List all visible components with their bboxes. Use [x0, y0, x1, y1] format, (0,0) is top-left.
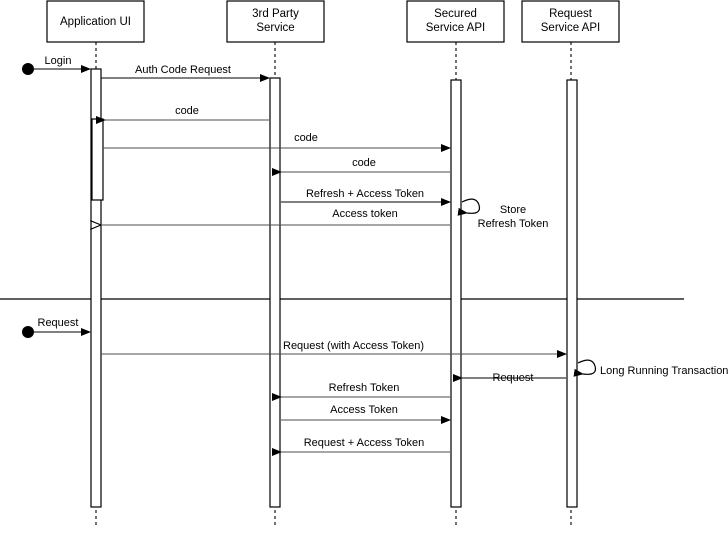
self-message-label-s-store-refresh: Store — [500, 204, 526, 216]
activation-bar-third-party — [269, 77, 281, 508]
activation-bar-secured-api — [450, 79, 462, 508]
message-label-m-request-token: Request (with Access Token) — [283, 340, 424, 352]
message-label-m-refresh-access: Refresh + Access Token — [306, 188, 424, 200]
participant-label-app-ui: Application UI — [60, 16, 131, 28]
start-dot-request-start — [22, 326, 34, 338]
message-label-m-code-3: code — [352, 157, 376, 169]
participant-label2-request-api: Service API — [541, 22, 600, 34]
start-label-login-start: Login — [45, 55, 72, 67]
message-label-m-request-access: Request + Access Token — [304, 437, 425, 449]
self-message-label-s-long-running: Long Running Transaction — [600, 365, 728, 377]
participant-label-third-party: 3rd Party — [252, 8, 299, 20]
message-label-m-auth-code-request: Auth Code Request — [135, 64, 231, 76]
participant-label2-secured-api: Service API — [426, 22, 485, 34]
lifelines-group — [95, 42, 572, 528]
message-label-m-access-token-1: Access token — [332, 208, 397, 220]
start-dot-login-start — [22, 63, 34, 75]
message-label-m-request-2: Request — [493, 372, 534, 384]
start-label-request-start: Request — [38, 317, 79, 329]
message-label-m-refresh-token: Refresh Token — [329, 382, 400, 394]
message-label-m-code-2: code — [294, 132, 318, 144]
message-label-m-code-1: code — [175, 105, 199, 117]
sequence-diagram-svg: Auth Code Request code code code Refresh + A… — [0, 0, 728, 528]
activation-bar-app-ui — [91, 118, 104, 201]
participant-label2-third-party: Service — [256, 22, 294, 34]
self-message-loop-s-long-running — [573, 359, 597, 377]
self-messages-group: Store Refresh Token Long Running Transacti… — [457, 198, 728, 377]
participant-boxes-group: Application UI 3rd Party Service Secured Ser… — [46, 0, 620, 43]
self-message-label2-s-store-refresh: Refresh Token — [478, 218, 549, 230]
start-points-group: Login Request — [22, 55, 91, 338]
participant-label-request-api: Request — [549, 8, 593, 20]
sequence-diagram-canvas: Auth Code Request code code code Refresh + A… — [0, 0, 728, 533]
self-message-loop-s-store-refresh — [457, 198, 481, 216]
participant-label-secured-api: Secured — [434, 8, 477, 20]
message-label-m-access-token-2: Access Token — [330, 404, 398, 416]
activation-bar-request-api — [566, 79, 578, 508]
messages-group: Auth Code Request code code code Refresh + A… — [100, 64, 567, 456]
